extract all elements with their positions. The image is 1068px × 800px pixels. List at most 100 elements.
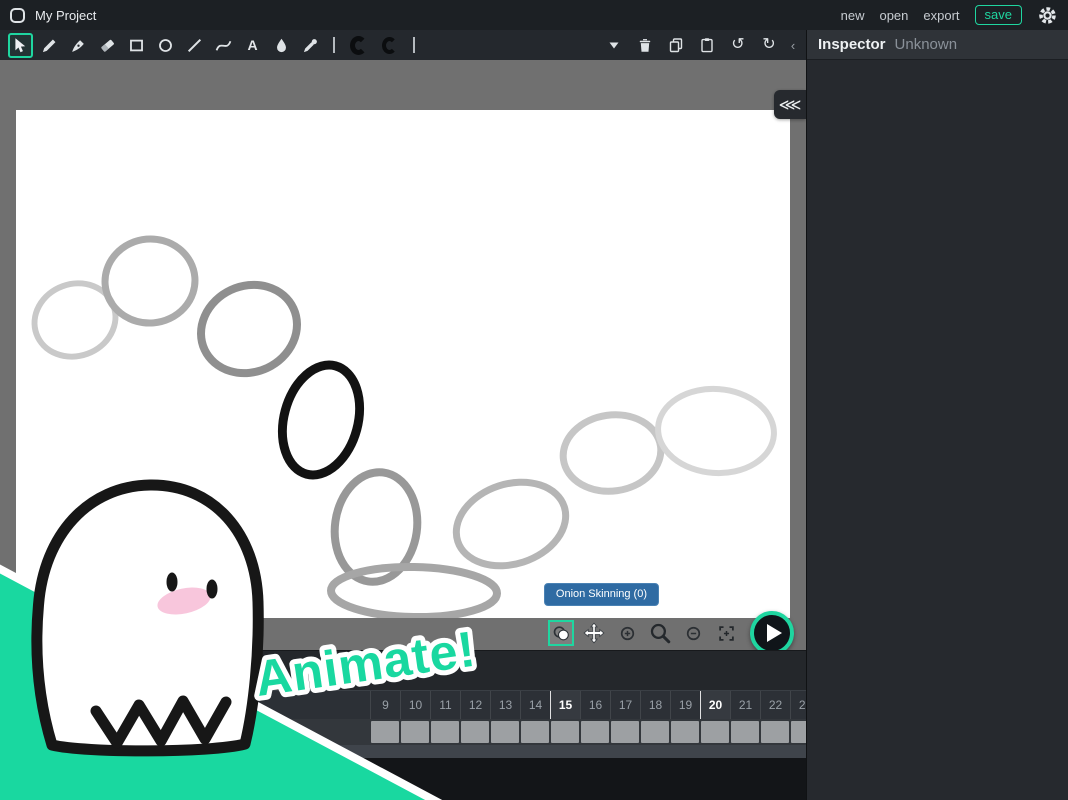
frame-number-9[interactable]: 9 [370,691,400,719]
frame-number-22[interactable]: 22 [760,691,790,719]
save-button[interactable]: save [975,5,1022,25]
canvas-area[interactable]: ⋘ Onion Skinning (0) [0,60,806,650]
eraser-tool[interactable] [95,33,120,58]
copy-button[interactable] [665,34,687,56]
frame-number-18[interactable]: 18 [640,691,670,719]
magnify-icon [649,622,672,645]
toolbar-separator [333,37,335,53]
new-button[interactable]: new [841,8,865,23]
redo-icon: ↻ [762,37,775,53]
zoom-in-button[interactable] [614,620,640,646]
frame-cell-15[interactable] [551,721,579,743]
frame-cell-16[interactable] [581,721,609,743]
frame-cell-17[interactable] [611,721,639,743]
open-button[interactable]: open [879,8,908,23]
frame-number-11[interactable]: 11 [430,691,460,719]
onion-skin-frame [331,566,498,618]
layer-dropdown-button[interactable] [603,34,625,56]
curve-tool[interactable] [211,33,236,58]
play-icon [767,624,782,642]
project-title: My Project [35,8,96,23]
frame-cell-23[interactable] [791,721,806,743]
pen-tool[interactable] [66,33,91,58]
export-button[interactable]: export [923,8,959,23]
edit-group: ↺↻ [603,34,784,56]
text-tool[interactable]: A [240,33,265,58]
timeline-ruler[interactable]: 91011121314151617181920212223 [0,691,806,719]
frame-cell-21[interactable] [731,721,759,743]
frame-number-20[interactable]: 20 [700,691,730,719]
play-button[interactable] [750,611,794,650]
select-tool[interactable] [8,33,33,58]
pan-button[interactable] [581,620,607,646]
timeline: 91011121314151617181920212223 [0,650,806,800]
magnify-button[interactable] [647,620,673,646]
layer-dropdown-icon [608,39,620,51]
onion-skin-frame [558,409,666,498]
frame-number-23[interactable]: 23 [790,691,806,719]
eyedropper-tool[interactable] [298,33,323,58]
frame-cell-19[interactable] [671,721,699,743]
frame-cell-12[interactable] [461,721,489,743]
select-icon [12,37,29,54]
onion-skinning-icon [552,624,571,643]
pan-icon [583,622,605,644]
main-area: A ↺↻ ‹ ⋘ Onion Skinning (0) [0,30,1068,800]
onion-skinning-button[interactable] [548,620,574,646]
drawing-canvas[interactable] [16,110,790,618]
line-tool[interactable] [182,33,207,58]
timeline-header[interactable] [0,651,806,691]
paste-button[interactable] [696,34,718,56]
fit-screen-button[interactable] [713,620,739,646]
ellipse-tool[interactable] [153,33,178,58]
frame-cell-18[interactable] [641,721,669,743]
zoom-out-icon [686,626,701,641]
cap-large-icon [350,36,367,55]
collapse-panel-button[interactable]: ⋘ [774,90,806,119]
timeline-bottom-strip [0,758,806,800]
frame-number-19[interactable]: 19 [670,691,700,719]
curve-icon [215,37,232,54]
onion-skinning-tooltip: Onion Skinning (0) [544,583,659,606]
zoom-out-button[interactable] [680,620,706,646]
frame-cell-10[interactable] [401,721,429,743]
titlebar-actions: new open export save [841,5,1058,26]
undo-button[interactable]: ↺ [727,34,749,56]
onion-skin-frame [445,469,576,580]
cap-large-button[interactable] [345,32,372,58]
frame-cell-14[interactable] [521,721,549,743]
fill-tool[interactable] [269,33,294,58]
titlebar: My Project new open export save [0,0,1068,30]
cap-small-button[interactable] [376,32,403,58]
pencil-tool[interactable] [37,33,62,58]
frame-cell-13[interactable] [491,721,519,743]
frame-cell-22[interactable] [761,721,789,743]
frame-cell-20[interactable] [701,721,729,743]
delete-icon [637,37,653,54]
frame-number-13[interactable]: 13 [490,691,520,719]
frame-number-14[interactable]: 14 [520,691,550,719]
workspace-column: A ↺↻ ‹ ⋘ Onion Skinning (0) [0,30,806,800]
inspector-header: Inspector Unknown [807,30,1068,60]
redo-button[interactable]: ↻ [758,34,780,56]
frame-number-21[interactable]: 21 [730,691,760,719]
frame-number-16[interactable]: 16 [580,691,610,719]
rectangle-tool[interactable] [124,33,149,58]
copy-icon [668,37,684,53]
frame-number-12[interactable]: 12 [460,691,490,719]
cap-small-icon [382,37,397,54]
frame-cell-9[interactable] [371,721,399,743]
current-frame-drawing [271,356,371,483]
panel-resize-handle[interactable]: ‹ [788,38,798,53]
frame-cell-11[interactable] [431,721,459,743]
timeline-track[interactable] [0,719,806,745]
settings-button[interactable] [1037,5,1058,26]
delete-button[interactable] [634,34,656,56]
frame-number-15[interactable]: 15 [550,691,580,719]
frame-number-10[interactable]: 10 [400,691,430,719]
stroke-cap-group [345,32,403,58]
eyedropper-icon [302,37,319,54]
frame-number-17[interactable]: 17 [610,691,640,719]
toolbar-separator [413,37,415,53]
gear-icon [1037,5,1058,26]
